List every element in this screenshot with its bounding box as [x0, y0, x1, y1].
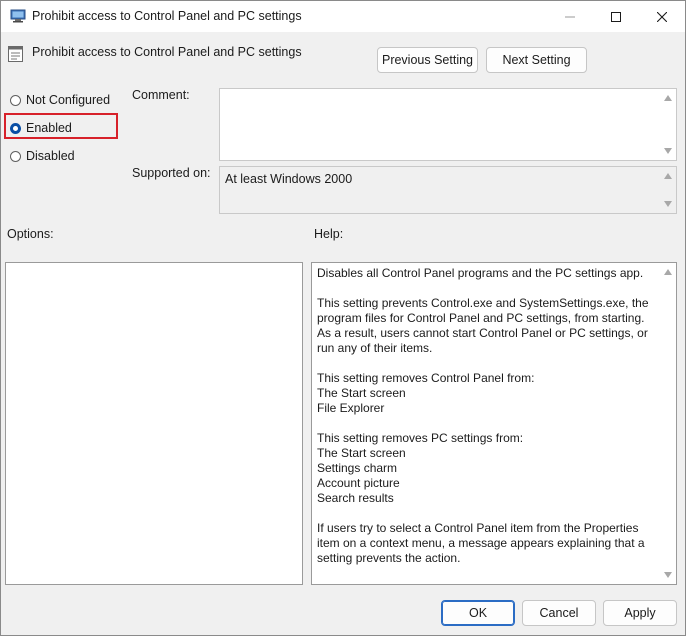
- maximize-icon: [611, 11, 621, 22]
- radio-label-disabled: Disabled: [26, 149, 75, 163]
- minimize-button[interactable]: [547, 1, 593, 32]
- supported-on-value: At least Windows 2000: [225, 172, 353, 186]
- previous-setting-button[interactable]: Previous Setting: [377, 47, 478, 73]
- window-title: Prohibit access to Control Panel and PC …: [32, 9, 302, 23]
- comment-textarea[interactable]: [219, 88, 677, 161]
- radio-button-not-configured[interactable]: [10, 94, 21, 106]
- close-button[interactable]: [639, 1, 685, 32]
- help-text: Disables all Control Panel programs and …: [317, 266, 649, 565]
- help-label: Help:: [314, 227, 344, 241]
- title-bar: Prohibit access to Control Panel and PC …: [1, 1, 685, 32]
- maximize-button[interactable]: [593, 1, 639, 32]
- scroll-up-icon[interactable]: [664, 269, 672, 275]
- comment-label: Comment:: [132, 88, 190, 102]
- policy-dialog: Prohibit access to Control Panel and PC …: [0, 0, 686, 636]
- close-icon: [657, 11, 667, 22]
- scroll-down-icon[interactable]: [664, 201, 672, 207]
- radio-label-not-configured: Not Configured: [26, 93, 111, 107]
- scroll-up-icon[interactable]: [664, 173, 672, 179]
- help-panel: Disables all Control Panel programs and …: [311, 262, 677, 585]
- minimize-icon: [565, 16, 575, 17]
- scroll-down-icon[interactable]: [664, 572, 672, 578]
- policy-app-icon: [10, 9, 26, 23]
- scroll-up-icon[interactable]: [664, 95, 672, 101]
- policy-setting-icon: [8, 46, 23, 62]
- setting-title: Prohibit access to Control Panel and PC …: [32, 45, 302, 59]
- radio-not-configured[interactable]: Not Configured: [10, 93, 110, 107]
- radio-disabled[interactable]: Disabled: [10, 149, 75, 163]
- radio-button-disabled[interactable]: [10, 150, 21, 162]
- ok-button[interactable]: OK: [441, 600, 515, 626]
- options-label: Options:: [7, 227, 54, 241]
- supported-scrollbar[interactable]: [660, 167, 676, 213]
- scroll-down-icon[interactable]: [664, 148, 672, 154]
- comment-scrollbar[interactable]: [660, 89, 676, 160]
- next-setting-button[interactable]: Next Setting: [486, 47, 587, 73]
- supported-on-field: At least Windows 2000: [219, 166, 677, 214]
- apply-button[interactable]: Apply: [603, 600, 677, 626]
- options-panel: [5, 262, 303, 585]
- help-scrollbar[interactable]: [660, 263, 676, 584]
- enabled-highlight-box: [4, 113, 118, 139]
- cancel-button[interactable]: Cancel: [522, 600, 596, 626]
- supported-on-label: Supported on:: [132, 166, 211, 180]
